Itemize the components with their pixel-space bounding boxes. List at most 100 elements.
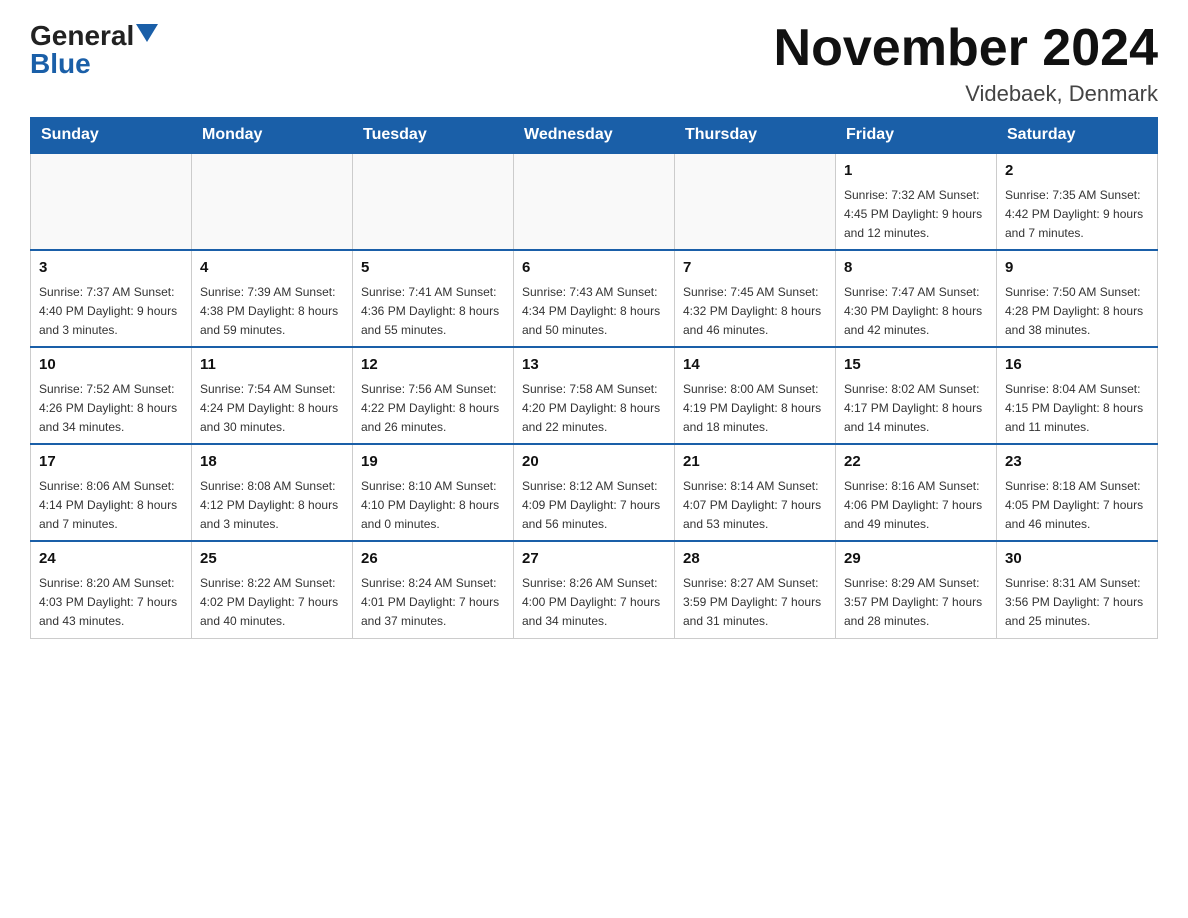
day-number: 29	[844, 548, 988, 571]
day-info: Sunrise: 7:43 AM Sunset: 4:34 PM Dayligh…	[522, 283, 666, 341]
day-info: Sunrise: 8:10 AM Sunset: 4:10 PM Dayligh…	[361, 477, 505, 535]
calendar-cell: 24 Sunrise: 8:20 AM Sunset: 4:03 PM Dayli…	[31, 541, 192, 638]
calendar-cell: 9Sunrise: 7:50 AM Sunset: 4:28 PM Daylig…	[997, 250, 1158, 347]
day-info: Sunrise: 8:22 AM Sunset: 4:02 PM Dayligh…	[200, 574, 344, 632]
day-number: 13	[522, 354, 666, 377]
day-info: Sunrise: 8:02 AM Sunset: 4:17 PM Dayligh…	[844, 380, 988, 438]
weekday-header-monday: Monday	[192, 118, 353, 154]
day-info: Sunrise: 7:47 AM Sunset: 4:30 PM Dayligh…	[844, 283, 988, 341]
week-row-1: 1 Sunrise: 7:32 AM Sunset: 4:45 PM Daylig…	[31, 153, 1158, 250]
day-number: 3	[39, 257, 183, 280]
day-info: Sunrise: 8:16 AM Sunset: 4:06 PM Dayligh…	[844, 477, 988, 535]
calendar-cell: 16 Sunrise: 8:04 AM Sunset: 4:15 PM Dayli…	[997, 347, 1158, 444]
day-number: 18	[200, 451, 344, 474]
calendar-cell: 17 Sunrise: 8:06 AM Sunset: 4:14 PM Dayli…	[31, 444, 192, 541]
day-info: Sunrise: 8:31 AM Sunset: 3:56 PM Dayligh…	[1005, 574, 1149, 632]
day-number: 30	[1005, 548, 1149, 571]
day-number: 14	[683, 354, 827, 377]
calendar-cell	[514, 153, 675, 250]
calendar-cell: 5 Sunrise: 7:41 AM Sunset: 4:36 PM Daylig…	[353, 250, 514, 347]
day-info: Sunrise: 8:18 AM Sunset: 4:05 PM Dayligh…	[1005, 477, 1149, 535]
calendar-cell: 3 Sunrise: 7:37 AM Sunset: 4:40 PM Daylig…	[31, 250, 192, 347]
calendar-cell: 30 Sunrise: 8:31 AM Sunset: 3:56 PM Dayli…	[997, 541, 1158, 638]
day-number: 16	[1005, 354, 1149, 377]
calendar-cell: 12 Sunrise: 7:56 AM Sunset: 4:22 PM Dayli…	[353, 347, 514, 444]
weekday-header-wednesday: Wednesday	[514, 118, 675, 154]
day-info: Sunrise: 7:37 AM Sunset: 4:40 PM Dayligh…	[39, 283, 183, 341]
day-info: Sunrise: 7:56 AM Sunset: 4:22 PM Dayligh…	[361, 380, 505, 438]
logo-blue-text: Blue	[30, 48, 91, 80]
day-info: Sunrise: 8:26 AM Sunset: 4:00 PM Dayligh…	[522, 574, 666, 632]
day-number: 22	[844, 451, 988, 474]
day-info: Sunrise: 8:04 AM Sunset: 4:15 PM Dayligh…	[1005, 380, 1149, 438]
logo: General Blue	[30, 20, 158, 80]
day-number: 15	[844, 354, 988, 377]
day-number: 28	[683, 548, 827, 571]
day-info: Sunrise: 8:14 AM Sunset: 4:07 PM Dayligh…	[683, 477, 827, 535]
calendar-cell: 28Sunrise: 8:27 AM Sunset: 3:59 PM Dayli…	[675, 541, 836, 638]
day-info: Sunrise: 8:12 AM Sunset: 4:09 PM Dayligh…	[522, 477, 666, 535]
calendar-cell: 13 Sunrise: 7:58 AM Sunset: 4:20 PM Dayli…	[514, 347, 675, 444]
day-number: 10	[39, 354, 183, 377]
calendar-cell: 29 Sunrise: 8:29 AM Sunset: 3:57 PM Dayli…	[836, 541, 997, 638]
calendar-cell: 21 Sunrise: 8:14 AM Sunset: 4:07 PM Dayli…	[675, 444, 836, 541]
day-info: Sunrise: 7:41 AM Sunset: 4:36 PM Dayligh…	[361, 283, 505, 341]
day-number: 5	[361, 257, 505, 280]
calendar-cell: 6Sunrise: 7:43 AM Sunset: 4:34 PM Daylig…	[514, 250, 675, 347]
day-number: 17	[39, 451, 183, 474]
calendar-subtitle: Videbaek, Denmark	[774, 81, 1158, 107]
calendar-header: SundayMondayTuesdayWednesdayThursdayFrid…	[31, 118, 1158, 154]
week-row-4: 17 Sunrise: 8:06 AM Sunset: 4:14 PM Dayli…	[31, 444, 1158, 541]
day-number: 24	[39, 548, 183, 571]
day-info: Sunrise: 8:06 AM Sunset: 4:14 PM Dayligh…	[39, 477, 183, 535]
day-number: 21	[683, 451, 827, 474]
calendar-cell	[192, 153, 353, 250]
weekday-header-sunday: Sunday	[31, 118, 192, 154]
day-info: Sunrise: 8:20 AM Sunset: 4:03 PM Dayligh…	[39, 574, 183, 632]
calendar-body: 1 Sunrise: 7:32 AM Sunset: 4:45 PM Daylig…	[31, 153, 1158, 638]
week-row-2: 3 Sunrise: 7:37 AM Sunset: 4:40 PM Daylig…	[31, 250, 1158, 347]
day-number: 11	[200, 354, 344, 377]
calendar-cell: 27 Sunrise: 8:26 AM Sunset: 4:00 PM Dayli…	[514, 541, 675, 638]
day-info: Sunrise: 8:29 AM Sunset: 3:57 PM Dayligh…	[844, 574, 988, 632]
day-info: Sunrise: 7:58 AM Sunset: 4:20 PM Dayligh…	[522, 380, 666, 438]
day-info: Sunrise: 7:35 AM Sunset: 4:42 PM Dayligh…	[1005, 186, 1149, 244]
day-info: Sunrise: 7:52 AM Sunset: 4:26 PM Dayligh…	[39, 380, 183, 438]
day-number: 23	[1005, 451, 1149, 474]
day-number: 26	[361, 548, 505, 571]
calendar-cell: 23 Sunrise: 8:18 AM Sunset: 4:05 PM Dayli…	[997, 444, 1158, 541]
day-number: 1	[844, 160, 988, 183]
week-row-5: 24 Sunrise: 8:20 AM Sunset: 4:03 PM Dayli…	[31, 541, 1158, 638]
calendar-cell: 11 Sunrise: 7:54 AM Sunset: 4:24 PM Dayli…	[192, 347, 353, 444]
day-number: 19	[361, 451, 505, 474]
calendar-cell: 8 Sunrise: 7:47 AM Sunset: 4:30 PM Daylig…	[836, 250, 997, 347]
day-info: Sunrise: 7:50 AM Sunset: 4:28 PM Dayligh…	[1005, 283, 1149, 341]
weekday-header-row: SundayMondayTuesdayWednesdayThursdayFrid…	[31, 118, 1158, 154]
weekday-header-tuesday: Tuesday	[353, 118, 514, 154]
calendar-cell	[31, 153, 192, 250]
calendar-cell: 14 Sunrise: 8:00 AM Sunset: 4:19 PM Dayli…	[675, 347, 836, 444]
day-info: Sunrise: 8:24 AM Sunset: 4:01 PM Dayligh…	[361, 574, 505, 632]
calendar-cell: 4Sunrise: 7:39 AM Sunset: 4:38 PM Daylig…	[192, 250, 353, 347]
logo-arrow-icon	[136, 24, 158, 46]
calendar-cell: 2Sunrise: 7:35 AM Sunset: 4:42 PM Daylig…	[997, 153, 1158, 250]
day-info: Sunrise: 7:54 AM Sunset: 4:24 PM Dayligh…	[200, 380, 344, 438]
day-number: 25	[200, 548, 344, 571]
calendar-cell: 19 Sunrise: 8:10 AM Sunset: 4:10 PM Dayli…	[353, 444, 514, 541]
day-info: Sunrise: 8:00 AM Sunset: 4:19 PM Dayligh…	[683, 380, 827, 438]
calendar-cell: 25 Sunrise: 8:22 AM Sunset: 4:02 PM Dayli…	[192, 541, 353, 638]
day-number: 8	[844, 257, 988, 280]
day-info: Sunrise: 7:32 AM Sunset: 4:45 PM Dayligh…	[844, 186, 988, 244]
title-block: November 2024 Videbaek, Denmark	[774, 20, 1158, 107]
calendar-cell: 7Sunrise: 7:45 AM Sunset: 4:32 PM Daylig…	[675, 250, 836, 347]
calendar-cell	[675, 153, 836, 250]
day-info: Sunrise: 7:45 AM Sunset: 4:32 PM Dayligh…	[683, 283, 827, 341]
calendar-title: November 2024	[774, 20, 1158, 77]
calendar-cell	[353, 153, 514, 250]
calendar-cell: 15 Sunrise: 8:02 AM Sunset: 4:17 PM Dayli…	[836, 347, 997, 444]
day-number: 20	[522, 451, 666, 474]
day-number: 12	[361, 354, 505, 377]
week-row-3: 10 Sunrise: 7:52 AM Sunset: 4:26 PM Dayli…	[31, 347, 1158, 444]
day-number: 27	[522, 548, 666, 571]
calendar-cell: 22 Sunrise: 8:16 AM Sunset: 4:06 PM Dayli…	[836, 444, 997, 541]
